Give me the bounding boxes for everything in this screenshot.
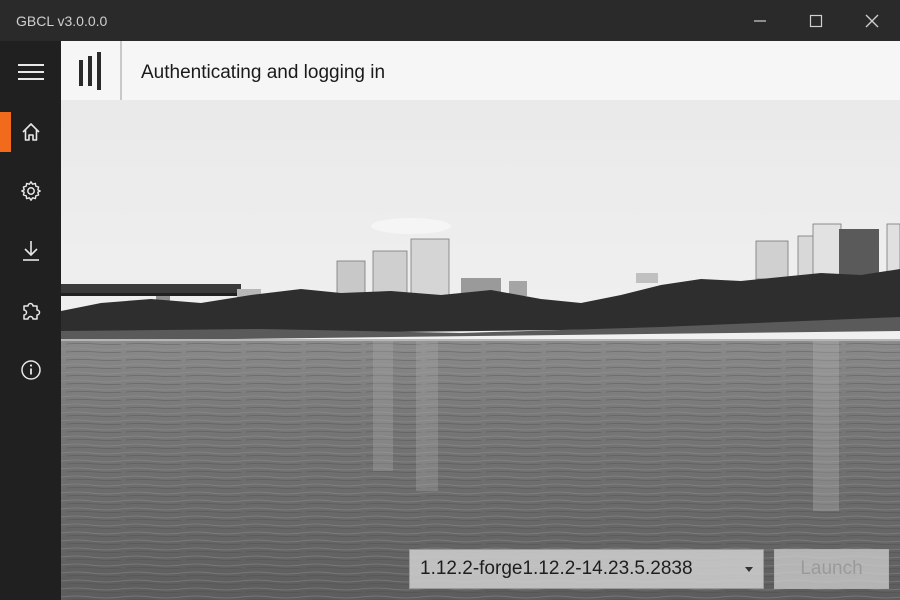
window-title: GBCL v3.0.0.0: [16, 13, 108, 29]
chevron-down-icon: [745, 567, 753, 572]
header-divider: [120, 41, 122, 100]
version-select[interactable]: 1.12.2-forge1.12.2-14.23.5.2838: [409, 549, 764, 589]
info-icon: [20, 360, 41, 380]
sidebar-item-home[interactable]: [0, 102, 61, 162]
sidebar-item-mods[interactable]: [0, 281, 61, 341]
sidebar-item-settings[interactable]: [0, 161, 61, 221]
status-text: Authenticating and logging in: [141, 62, 386, 83]
version-select-value: 1.12.2-forge1.12.2-14.23.5.2838: [420, 558, 693, 579]
background-image: [61, 41, 900, 600]
header-bar: Authenticating and logging in: [61, 41, 900, 100]
gear-icon: [20, 181, 41, 201]
title-bar: GBCL v3.0.0.0: [0, 0, 900, 41]
home-icon: [21, 123, 40, 141]
minimize-button[interactable]: [732, 0, 788, 41]
sidebar-item-about[interactable]: [0, 340, 61, 400]
sidebar: [0, 41, 61, 600]
minimize-icon: [754, 19, 766, 22]
maximize-button[interactable]: [788, 0, 844, 41]
hamburger-menu-icon: [17, 64, 44, 80]
puzzle-icon: [22, 302, 40, 320]
menu-toggle-button[interactable]: [0, 42, 61, 102]
close-icon: [865, 14, 879, 27]
launch-button[interactable]: Launch: [774, 549, 889, 589]
main-content: Authenticating and logging in 1.12.2-for…: [61, 41, 900, 600]
download-icon: [22, 241, 39, 261]
close-button[interactable]: [844, 0, 900, 41]
sidebar-item-download[interactable]: [0, 221, 61, 281]
maximize-icon: [809, 14, 823, 27]
launch-button-label: Launch: [800, 558, 863, 579]
app-logo-icon: [79, 52, 101, 90]
